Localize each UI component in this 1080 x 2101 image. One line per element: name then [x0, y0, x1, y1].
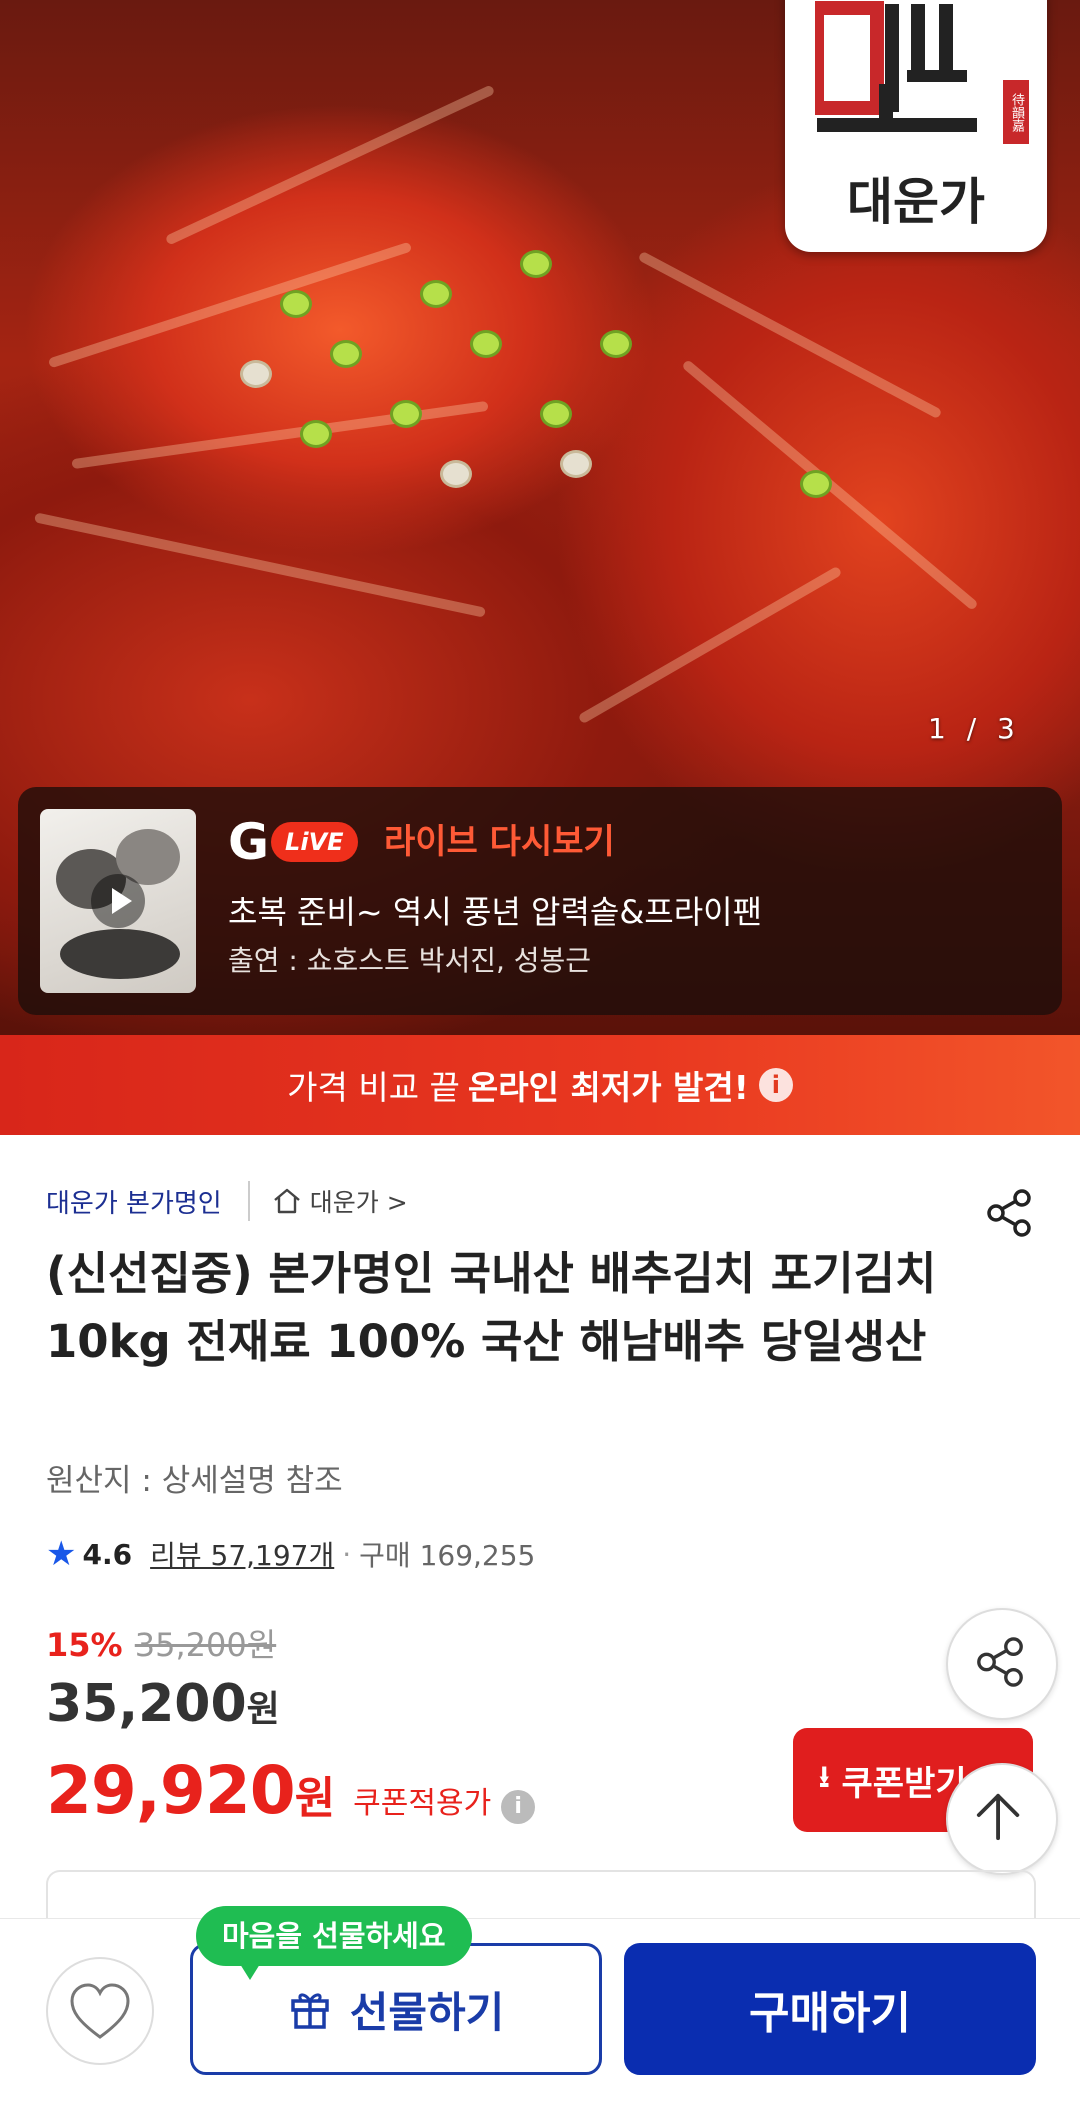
- original-price: 35,200원: [134, 1626, 277, 1664]
- brand-logo-text: 대운가: [847, 172, 985, 231]
- heart-icon: [70, 1983, 130, 2039]
- divider: [247, 1181, 250, 1221]
- sale-price-unit: 원: [246, 1689, 280, 1730]
- rating-value: 4.6: [82, 1537, 133, 1571]
- scallion-garnish: [470, 330, 502, 358]
- coupon-price: 29,920 원 쿠폰적용가 i: [46, 1752, 536, 1829]
- gift-icon: [290, 1993, 329, 2029]
- scallion-garnish: [300, 420, 332, 448]
- seller-name[interactable]: 대운가 본가명인: [46, 1183, 222, 1220]
- brand-logo: 待韻嘉 대운가: [785, 0, 1047, 252]
- purchase-count: 구매 169,255: [359, 1539, 536, 1572]
- scallion-garnish: [280, 290, 312, 318]
- brand-seal: 待韻嘉: [1003, 80, 1029, 144]
- scallion-garnish: [540, 400, 572, 428]
- live-show-title: 초복 준비~ 역시 풍년 압력솥&프라이팬: [228, 893, 763, 931]
- play-icon[interactable]: [91, 874, 145, 928]
- glive-badge: G LiVE: [228, 817, 358, 867]
- live-hosts: 출연 : 쇼호스트 박서진, 성봉근: [228, 944, 592, 977]
- chevron-right-icon: >: [386, 1188, 408, 1217]
- lowest-price-banner[interactable]: 가격 비교 끝 온라인 최저가 발견! i: [0, 1035, 1080, 1135]
- separator: ·: [342, 1537, 352, 1571]
- gift-label: 선물하기: [349, 1987, 505, 2037]
- scroll-to-top-button[interactable]: [946, 1763, 1058, 1875]
- pan-image: [60, 929, 180, 979]
- share-icon: [977, 1637, 1023, 1687]
- download-icon: ⭳: [819, 1759, 830, 1795]
- garlic-garnish: [440, 460, 472, 488]
- garlic-garnish: [560, 450, 592, 478]
- kimchi-texture: [71, 400, 489, 470]
- scallion-garnish: [800, 470, 832, 498]
- product-image-carousel[interactable]: 待韻嘉 대운가 1 / 3 G LiVE 라이브 다시보기 초복 준비~ 역시 …: [0, 0, 1080, 1035]
- banner-text: 가격 비교 끝: [287, 1068, 460, 1107]
- live-thumbnail[interactable]: [40, 809, 196, 993]
- seller-row: 대운가 본가명인 대운가 >: [46, 1178, 408, 1224]
- wishlist-button[interactable]: [46, 1957, 154, 2065]
- coupon-price-value: 29,920: [46, 1752, 296, 1829]
- live-replay-title: 라이브 다시보기: [384, 822, 615, 862]
- bottom-action-bar: 선물하기 구매하기: [0, 1918, 1080, 2101]
- coupon-price-label: 쿠폰적용가: [353, 1786, 492, 1821]
- discount-row: 15% 35,200원: [46, 1620, 276, 1666]
- discount-percent: 15%: [46, 1626, 123, 1664]
- product-title: (신선집중) 본가명인 국내산 배추김치 포기김치 10kg 전재료 100% …: [46, 1247, 937, 1368]
- store-link[interactable]: 대운가 >: [310, 1183, 408, 1219]
- buy-label: 구매하기: [749, 1988, 911, 2039]
- star-icon: ★: [46, 1534, 77, 1574]
- share-icon[interactable]: [982, 1186, 1036, 1240]
- origin-text: 원산지 : 상세설명 참조: [46, 1463, 343, 1499]
- buy-button[interactable]: 구매하기: [624, 1943, 1036, 2075]
- coupon-price-unit: 원: [294, 1773, 336, 1824]
- info-icon[interactable]: i: [501, 1790, 536, 1824]
- gift-tooltip: 마음을 선물하세요: [196, 1906, 472, 1980]
- kimchi-texture: [577, 565, 843, 725]
- scallion-garnish: [600, 330, 632, 358]
- glive-g-logo: G: [228, 813, 270, 871]
- live-replay-card[interactable]: G LiVE 라이브 다시보기 초복 준비~ 역시 풍년 압력솥&프라이팬 출연…: [18, 787, 1062, 1015]
- live-pill: LiVE: [271, 822, 358, 862]
- scallion-garnish: [330, 340, 362, 368]
- brand-logo-mark-icon: [815, 1, 977, 132]
- info-icon[interactable]: i: [758, 1068, 793, 1102]
- kimchi-texture: [33, 512, 487, 618]
- garlic-garnish: [240, 360, 272, 388]
- kimchi-texture: [637, 250, 943, 420]
- banner-text-bold: 온라인 최저가 발견!: [467, 1068, 749, 1107]
- sale-price: 35,200원: [46, 1674, 280, 1734]
- scallion-garnish: [390, 400, 422, 428]
- rating-row: ★ 4.6 리뷰 57,197개 · 구매 169,255: [46, 1534, 535, 1574]
- sale-price-value: 35,200: [46, 1674, 247, 1734]
- arrow-up-icon: [976, 1793, 1020, 1841]
- kimchi-texture: [164, 84, 496, 246]
- home-icon: [273, 1188, 300, 1214]
- floating-share-button[interactable]: [946, 1608, 1058, 1720]
- image-counter: 1 / 3: [928, 712, 1021, 745]
- review-count-link[interactable]: 리뷰 57,197개: [150, 1534, 334, 1574]
- scallion-garnish: [520, 250, 552, 278]
- store-name: 대운가: [309, 1188, 379, 1217]
- scallion-garnish: [420, 280, 452, 308]
